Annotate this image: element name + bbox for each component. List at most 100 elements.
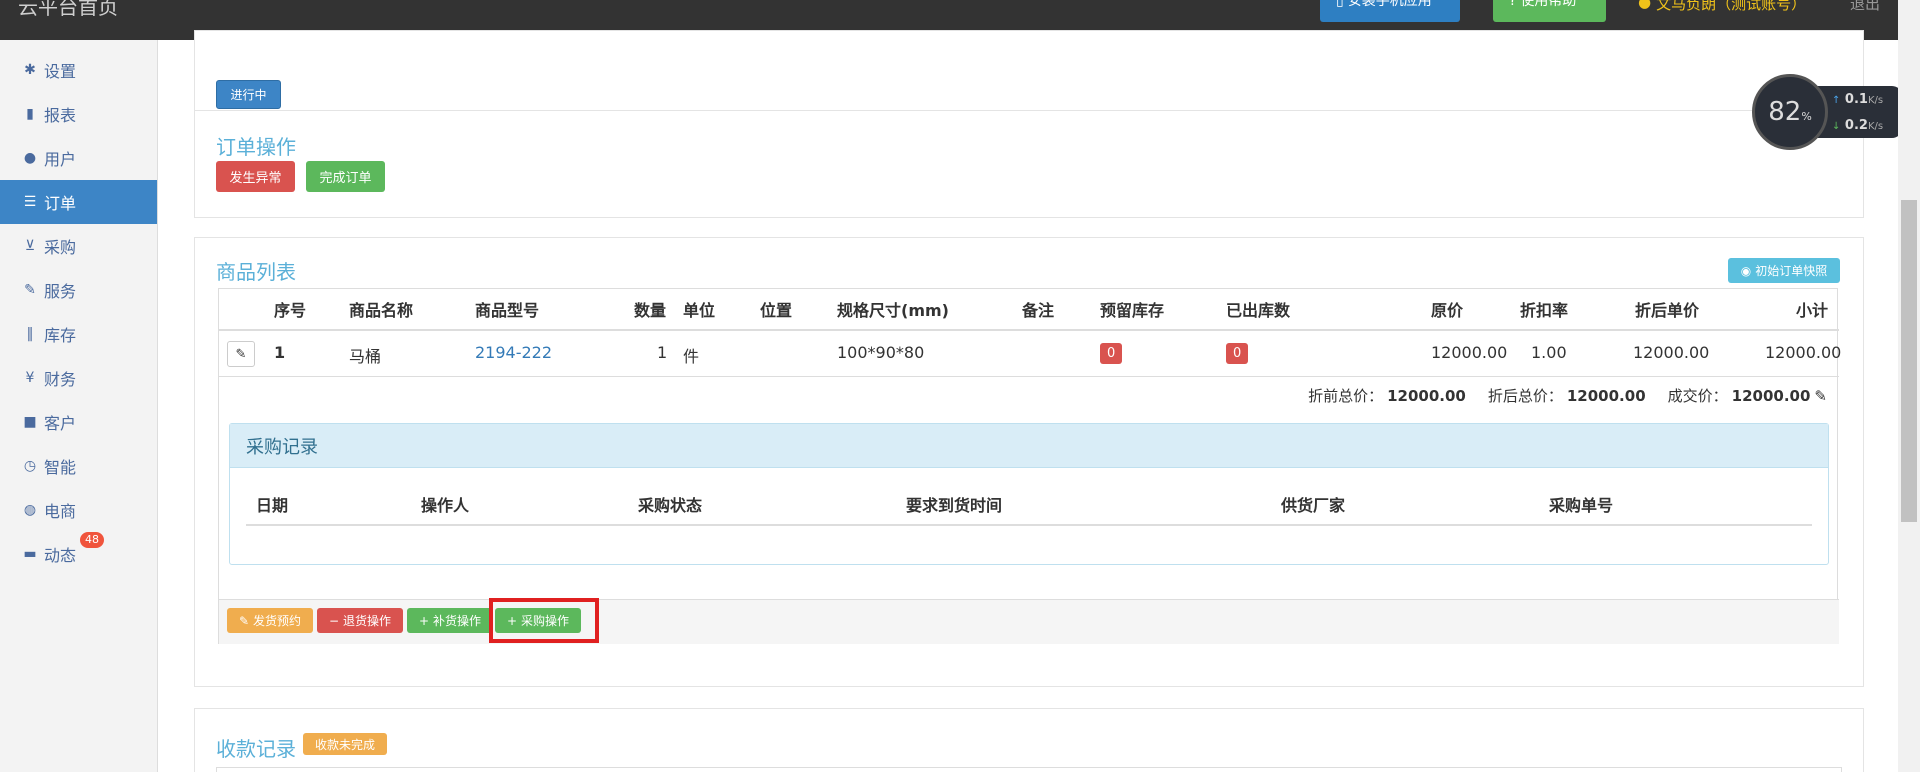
- sidebar-item-settings[interactable]: ✱ 设置: [0, 48, 157, 92]
- col-unit: 单位: [683, 301, 716, 320]
- cell-discount: 1.00: [1531, 343, 1567, 362]
- sidebar-item-purchase[interactable]: ⊻ 采购: [0, 224, 157, 268]
- sidebar-item-label: 财务: [44, 370, 77, 389]
- purchase-header-divider: [246, 524, 1812, 526]
- col-unit-after: 折后单价: [1635, 301, 1700, 320]
- install-app-label: 安装手机应用: [1347, 0, 1432, 9]
- sidebar-item-users[interactable]: ● 用户: [0, 136, 157, 180]
- after-total-label: 折后总价：: [1487, 387, 1563, 405]
- cell-size: 100*90*80: [837, 343, 925, 362]
- sidebar-item-reports[interactable]: ▮ 报表: [0, 92, 157, 136]
- col-remark: 备注: [1022, 301, 1055, 320]
- scrollbar-thumb[interactable]: [1901, 200, 1917, 522]
- after-total-value: 12000.00: [1566, 386, 1646, 405]
- cell-qty: 1: [657, 343, 668, 362]
- gear-icon: ✱: [24, 62, 36, 78]
- user-name: 文马负朗（测试账号）: [1656, 0, 1807, 13]
- minus-icon: −: [328, 613, 340, 628]
- globe-icon: ◍: [23, 502, 37, 518]
- exception-button[interactable]: 发生异常: [216, 161, 295, 192]
- plus-icon: +: [506, 613, 518, 628]
- edit-deal-pencil-icon[interactable]: ✎: [1814, 387, 1827, 405]
- order-ops-panel: 订单操作 发生异常 完成订单: [194, 110, 1864, 218]
- camera-icon: ◉: [1740, 263, 1752, 278]
- in-progress-button[interactable]: 进行中: [216, 80, 281, 109]
- reserved-badge: 0: [1100, 343, 1123, 364]
- sidebar-item-orders[interactable]: ☰ 订单: [0, 180, 157, 224]
- plus-icon: +: [418, 613, 430, 628]
- cell-name: 马桶: [349, 347, 382, 366]
- ship-appointment-button[interactable]: ✎ 发货预约: [227, 608, 313, 633]
- col-position: 位置: [760, 301, 793, 320]
- order-snapshot-button[interactable]: ◉ 初始订单快照: [1728, 258, 1840, 283]
- install-app-button[interactable]: ▯ 安装手机应用: [1320, 0, 1460, 22]
- page-scrollbar[interactable]: [1898, 0, 1920, 772]
- cell-unit-after: 12000.00: [1633, 343, 1710, 362]
- col-qty: 数量: [634, 301, 667, 320]
- user-menu[interactable]: ● 文马负朗（测试账号）: [1638, 0, 1806, 14]
- sidebar-item-inventory[interactable]: ‖ 库存: [0, 312, 157, 356]
- logout-link[interactable]: 退出: [1850, 0, 1880, 14]
- cell-unit: 件: [683, 347, 700, 366]
- restock-label: 补货操作: [433, 614, 482, 628]
- download-value: 0.2: [1844, 118, 1868, 133]
- upload-value: 0.1: [1844, 92, 1868, 107]
- notification-badge: 48: [80, 532, 104, 548]
- arrow-down-icon: ↓: [1832, 121, 1841, 132]
- complete-order-button[interactable]: 完成订单: [306, 161, 385, 192]
- col-required-arrival: 要求到货时间: [906, 496, 1003, 515]
- sidebar-item-customers[interactable]: ■ 客户: [0, 400, 157, 444]
- user-icon: ●: [1638, 0, 1652, 11]
- edit-row-button[interactable]: ✎: [227, 341, 255, 367]
- goods-table: 序号 商品名称 商品型号 数量 单位 位置 规格尺寸(mm) 备注 预留库存 已…: [218, 288, 1842, 644]
- col-subtotal: 小计: [1796, 301, 1829, 320]
- before-total-label: 折前总价：: [1308, 387, 1384, 405]
- sidebar-item-label: 库存: [44, 326, 77, 345]
- net-speed-widget: 82% ↑ 0.1K/s ↓ 0.2K/s: [1752, 74, 1902, 150]
- col-supplier: 供货厂家: [1281, 496, 1346, 515]
- col-model: 商品型号: [475, 301, 540, 320]
- upload-unit: K/s: [1867, 95, 1884, 106]
- totals-row: 折前总价： 12000.00 折后总价： 12000.00 成交价： 12000…: [1308, 385, 1827, 406]
- brand-link[interactable]: 云平台首页: [18, 0, 118, 20]
- col-date: 日期: [256, 496, 289, 515]
- deal-price-value: 12000.00: [1731, 386, 1811, 405]
- wrench-icon: ✎: [24, 282, 36, 298]
- sidebar-item-finance[interactable]: ¥ 财务: [0, 356, 157, 400]
- sidebar-item-service[interactable]: ✎ 服务: [0, 268, 157, 312]
- cell-price: 12000.00: [1431, 343, 1508, 362]
- purchase-record-title: 采购记录: [230, 424, 1828, 468]
- snapshot-label: 初始订单快照: [1755, 264, 1828, 278]
- sidebar-item-ecommerce[interactable]: ◍ 电商: [0, 488, 157, 532]
- col-name: 商品名称: [349, 301, 414, 320]
- question-icon: ?: [1509, 0, 1517, 9]
- restock-button[interactable]: + 补货操作: [407, 608, 493, 633]
- cell-model-link[interactable]: 2194-222: [475, 343, 552, 362]
- list-icon: ☰: [23, 194, 37, 210]
- usage-percent-unit: %: [1801, 109, 1812, 123]
- cell-subtotal: 12000.00: [1765, 343, 1842, 362]
- mobile-icon: ▯: [1336, 0, 1344, 9]
- cart-icon: ⊻: [24, 238, 36, 254]
- sidebar-item-label: 服务: [44, 282, 77, 301]
- sidebar-item-smart[interactable]: ◷ 智能: [0, 444, 157, 488]
- col-shipped: 已出库数: [1226, 301, 1291, 320]
- sidebar-item-label: 用户: [44, 150, 77, 169]
- table-row: ✎ 1 马桶 2194-222 1 件 100*90*80 0 0 12000.…: [219, 331, 1842, 376]
- dashboard-icon: ◷: [23, 458, 37, 474]
- row-divider: [219, 376, 1839, 377]
- return-button[interactable]: − 退货操作: [317, 608, 403, 633]
- sidebar-item-label: 订单: [44, 194, 77, 213]
- col-operator: 操作人: [421, 496, 470, 515]
- sidebar-item-label: 客户: [44, 414, 77, 433]
- arrow-up-icon: ↑: [1832, 95, 1841, 106]
- purchase-record-panel: 采购记录 日期 操作人 采购状态 要求到货时间 供货厂家 采购单号: [229, 423, 1829, 565]
- briefcase-icon: ■: [23, 414, 37, 430]
- sidebar-item-label: 动态: [44, 546, 77, 565]
- comment-icon: ▬: [23, 546, 37, 562]
- help-button[interactable]: ? 使用帮助: [1493, 0, 1606, 22]
- cell-reserved: 0: [1100, 342, 1123, 364]
- sidebar-item-activity[interactable]: ▬ 动态 48: [0, 532, 157, 576]
- purchase-action-button[interactable]: + 采购操作: [495, 608, 581, 633]
- barcode-icon: ‖: [26, 326, 34, 342]
